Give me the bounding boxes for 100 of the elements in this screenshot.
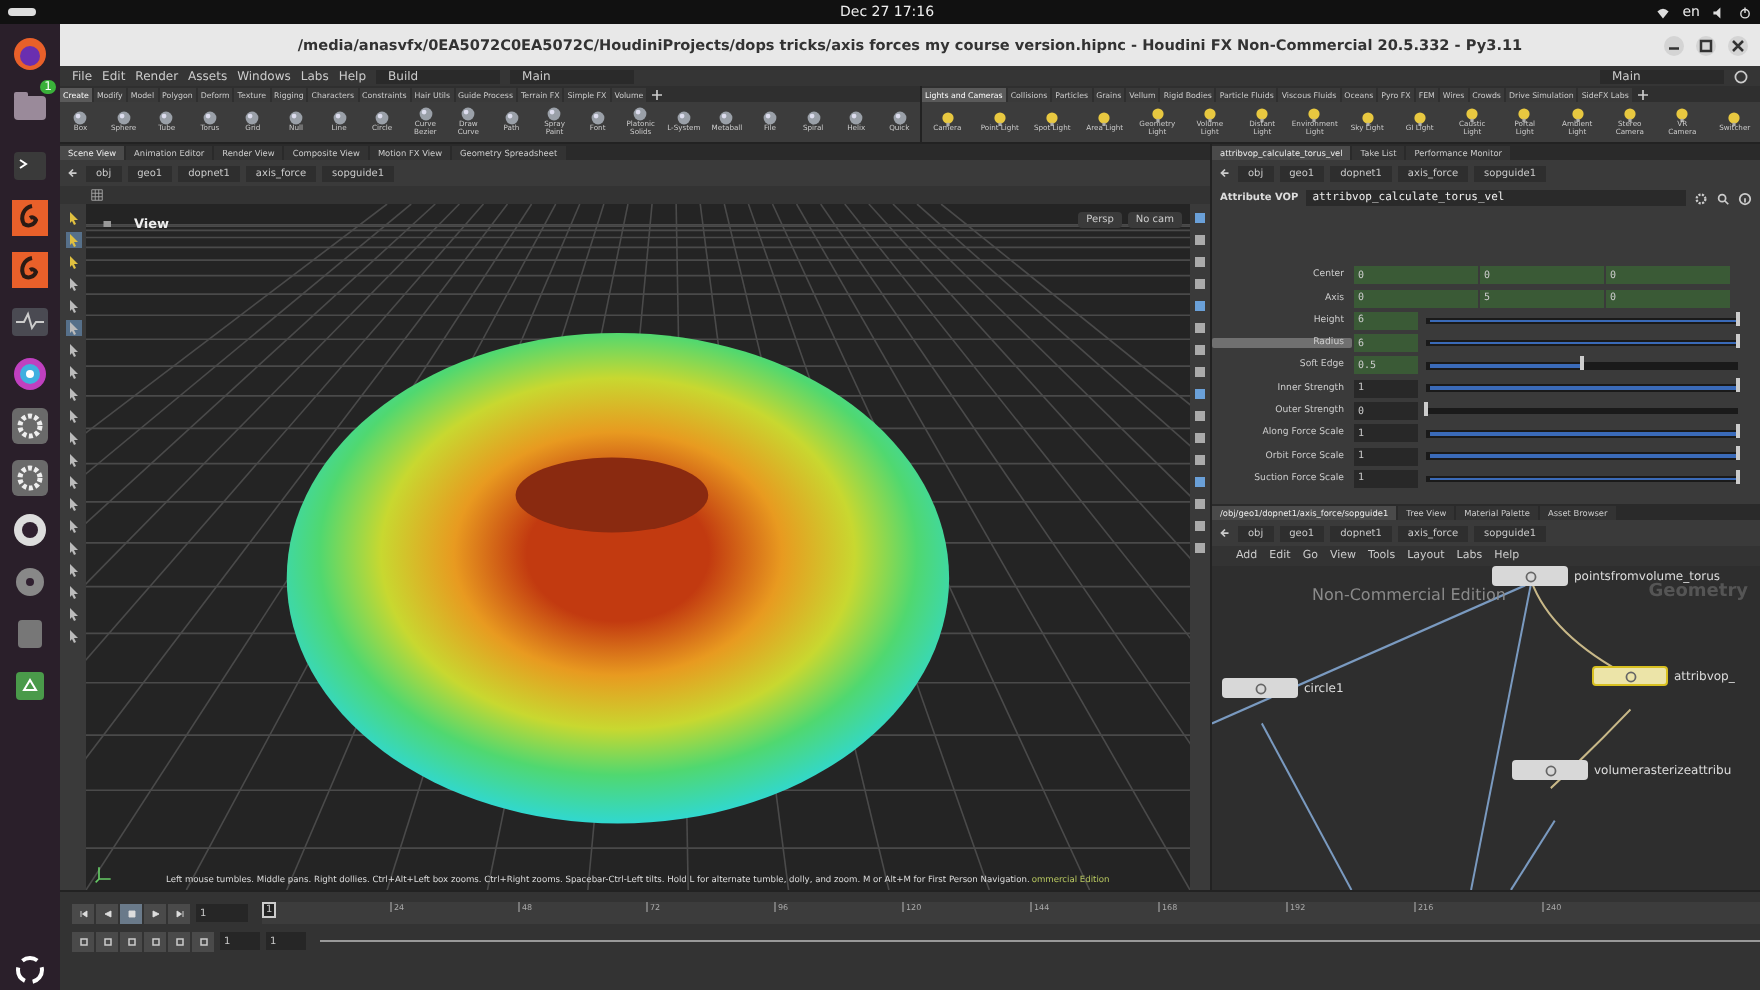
- slider-handle[interactable]: [1424, 401, 1428, 416]
- sphere-icon: [891, 110, 908, 127]
- close-icon: [1728, 35, 1748, 55]
- sphere-icon: [331, 110, 348, 127]
- back-arrow-icon[interactable]: [66, 166, 80, 180]
- gear-icon[interactable]: [10, 406, 50, 446]
- maximize-button[interactable]: [1696, 35, 1716, 55]
- stop-icon: [125, 907, 137, 919]
- edition-watermark: Non-Commercial Edition: [1312, 586, 1506, 604]
- key-icon: [77, 935, 89, 947]
- playback-button[interactable]: [120, 903, 142, 923]
- tool-icon[interactable]: [65, 320, 81, 336]
- node-box[interactable]: [1512, 760, 1588, 780]
- playback-button[interactable]: [96, 903, 118, 923]
- slider-track[interactable]: [1426, 475, 1738, 483]
- slider-handle[interactable]: [1736, 424, 1740, 439]
- close-button[interactable]: [1728, 35, 1748, 55]
- node-box[interactable]: [1592, 666, 1668, 686]
- context-label: Geometry: [1648, 582, 1748, 602]
- pulse-icon[interactable]: [10, 302, 50, 342]
- slider-track[interactable]: [1426, 384, 1738, 392]
- playback-button[interactable]: [168, 903, 190, 923]
- sphere-icon: [374, 110, 391, 127]
- node-icon: [1253, 681, 1267, 695]
- light-icon: [1464, 106, 1481, 123]
- sphere-icon: [805, 110, 822, 127]
- timeline-tool-button[interactable]: [120, 931, 142, 951]
- back-arrow-icon[interactable]: [1218, 526, 1232, 540]
- back-arrow-icon[interactable]: [1218, 166, 1232, 180]
- key-icon: [173, 935, 185, 947]
- slider-handle[interactable]: [1736, 333, 1740, 348]
- playback-button[interactable]: [72, 903, 94, 923]
- sphere-icon: [589, 110, 606, 127]
- timeline-tool-button[interactable]: [96, 931, 118, 951]
- recycle-icon[interactable]: [10, 666, 50, 706]
- power-icon[interactable]: [1738, 5, 1752, 19]
- settings-icon[interactable]: [1694, 191, 1708, 205]
- sphere-icon: [675, 110, 692, 127]
- slider-track[interactable]: [1426, 317, 1738, 325]
- play-icon: [149, 907, 161, 919]
- timeline-tool-button[interactable]: [144, 931, 166, 951]
- circle-icon[interactable]: [10, 510, 50, 550]
- slider-track[interactable]: [1426, 407, 1738, 415]
- maximize-icon: [1696, 35, 1716, 55]
- sphere-icon: [244, 110, 261, 127]
- light-icon: [1621, 106, 1638, 123]
- slider-track[interactable]: [1426, 452, 1738, 460]
- tool-icon[interactable]: [65, 210, 81, 226]
- folder-icon[interactable]: [10, 86, 50, 126]
- slider-handle[interactable]: [1736, 446, 1740, 461]
- key-icon: [149, 935, 161, 947]
- light-icon: [1411, 110, 1428, 127]
- speaker-icon[interactable]: [1712, 5, 1726, 19]
- slider-handle[interactable]: [1736, 311, 1740, 326]
- sphere-icon: [288, 110, 304, 127]
- light-icon: [1726, 110, 1743, 127]
- search-icon[interactable]: [1716, 191, 1730, 205]
- add-tab-icon[interactable]: [652, 89, 663, 99]
- color-wheel-icon[interactable]: [10, 354, 50, 394]
- light-icon: [1516, 106, 1533, 123]
- sphere-icon: [115, 110, 132, 127]
- disc-icon[interactable]: [10, 562, 50, 602]
- slider-track[interactable]: [1426, 430, 1738, 438]
- sphere-icon: [158, 110, 175, 127]
- grid-icon[interactable]: [90, 188, 104, 202]
- sphere-icon: [546, 106, 563, 123]
- spiral-icon[interactable]: [10, 198, 50, 238]
- slider-handle[interactable]: [1580, 356, 1584, 371]
- sphere-icon: [417, 106, 434, 123]
- playback-button[interactable]: [144, 903, 166, 923]
- skip-start-icon: [77, 907, 89, 919]
- axes-icon: [94, 864, 114, 884]
- info-icon[interactable]: [1738, 191, 1752, 205]
- light-icon: [1096, 110, 1113, 127]
- browser-icon[interactable]: [10, 34, 50, 74]
- node-box[interactable]: [1222, 678, 1298, 698]
- node-box[interactable]: [1492, 566, 1568, 586]
- slider-track[interactable]: [1426, 339, 1738, 347]
- spiral-icon[interactable]: [10, 250, 50, 290]
- slider-track[interactable]: [1426, 362, 1738, 370]
- slider-handle[interactable]: [1736, 378, 1740, 393]
- sphere-icon: [503, 110, 520, 127]
- timeline-tool-button[interactable]: [192, 931, 214, 951]
- terminal-icon[interactable]: [10, 146, 50, 186]
- sphere-icon: [718, 110, 735, 127]
- node-icon: [1543, 763, 1557, 777]
- activities-icon[interactable]: [8, 8, 36, 16]
- add-tab-icon[interactable]: [1637, 89, 1648, 99]
- help-icon[interactable]: [1734, 69, 1748, 83]
- tool-icon[interactable]: [65, 232, 81, 248]
- slider-handle[interactable]: [1736, 469, 1740, 484]
- sphere-icon: [848, 110, 865, 127]
- gear-icon[interactable]: [10, 458, 50, 498]
- light-icon: [1569, 106, 1586, 123]
- timeline-tool-button[interactable]: [168, 931, 190, 951]
- minimize-button[interactable]: [1664, 35, 1684, 55]
- wifi-icon[interactable]: [1656, 5, 1671, 19]
- sphere-icon: [201, 110, 218, 127]
- timeline-tool-button[interactable]: [72, 931, 94, 951]
- light-icon: [1359, 110, 1376, 127]
